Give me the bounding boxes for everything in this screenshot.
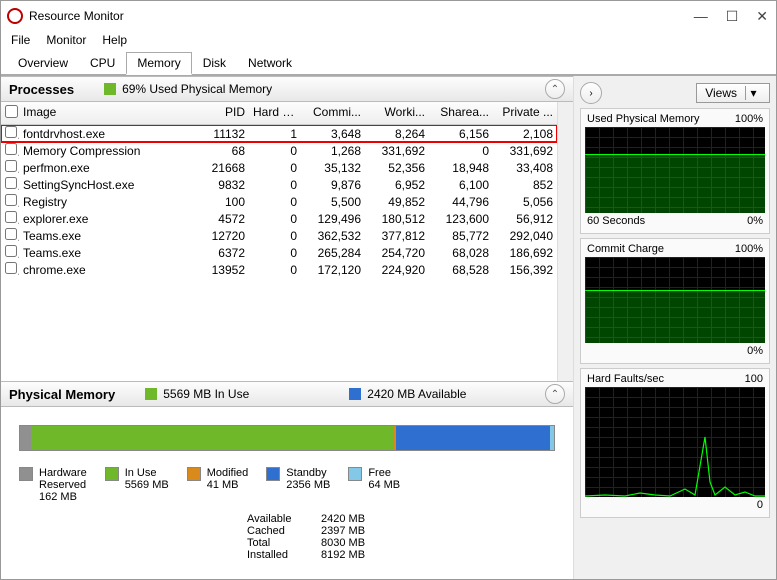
row-checkbox[interactable] xyxy=(5,143,17,155)
col-pid[interactable]: PID xyxy=(191,102,249,124)
row-checkbox[interactable] xyxy=(5,245,17,257)
col-commit[interactable]: Commi... xyxy=(301,102,365,124)
tab-disk[interactable]: Disk xyxy=(192,52,237,75)
table-header: Image PID Hard F... Commi... Worki... Sh… xyxy=(1,102,557,125)
cell-image: chrome.exe xyxy=(19,260,191,280)
table-row[interactable]: explorer.exe45720129,496180,512123,60056… xyxy=(1,210,557,227)
scrollbar[interactable] xyxy=(557,102,573,381)
table-row[interactable]: Teams.exe127200362,532377,81285,772292,0… xyxy=(1,227,557,244)
tab-overview[interactable]: Overview xyxy=(7,52,79,75)
table-row[interactable]: Registry10005,50049,85244,7965,056 xyxy=(1,193,557,210)
legend-item: HardwareReserved162 MB xyxy=(19,467,87,503)
graph-min-commit: 0% xyxy=(747,345,763,357)
window-title: Resource Monitor xyxy=(29,9,694,23)
graph-min-used-phys: 0% xyxy=(747,215,763,227)
menu-file[interactable]: File xyxy=(11,33,30,47)
graph-min-hard-faults: 0 xyxy=(757,499,763,511)
cell-share: 68,528 xyxy=(429,260,493,280)
row-checkbox[interactable] xyxy=(5,177,17,189)
row-checkbox[interactable] xyxy=(5,211,17,223)
mem-bar-segment xyxy=(550,426,554,450)
tab-bar: Overview CPU Memory Disk Network xyxy=(1,51,776,76)
mem-bar-segment xyxy=(396,426,549,450)
processes-title: Processes xyxy=(9,82,74,97)
memory-bar xyxy=(19,425,555,451)
table-body[interactable]: fontdrvhost.exe1113213,6488,2646,1562,10… xyxy=(1,125,557,381)
menu-monitor[interactable]: Monitor xyxy=(46,33,86,47)
mem-bar-segment xyxy=(31,426,394,450)
in-use-label: 5569 MB In Use xyxy=(163,387,249,401)
graph-used-physical-memory: Used Physical Memory 100% 60 Seconds 0% xyxy=(580,108,770,234)
table-row[interactable]: SettingSyncHost.exe983209,8766,9526,1008… xyxy=(1,176,557,193)
app-icon xyxy=(7,8,23,24)
table-row[interactable]: Teams.exe63720265,284254,72068,028186,69… xyxy=(1,244,557,261)
col-working[interactable]: Worki... xyxy=(365,102,429,124)
graph-title-commit: Commit Charge xyxy=(587,243,664,255)
memory-legend: HardwareReserved162 MB In Use5569 MB Modif… xyxy=(1,459,573,507)
cell-working: 224,920 xyxy=(365,260,429,280)
table-row[interactable]: chrome.exe139520172,120224,92068,528156,… xyxy=(1,261,557,278)
tab-memory[interactable]: Memory xyxy=(126,52,191,75)
collapse-physical-memory[interactable]: ⌃ xyxy=(545,384,565,404)
collapse-processes[interactable]: ⌃ xyxy=(545,79,565,99)
views-label: Views xyxy=(705,86,737,100)
available-label: 2420 MB Available xyxy=(367,387,466,401)
row-checkbox[interactable] xyxy=(5,262,17,274)
right-panel: › Views ▾ Used Physical Memory 100% 60 S… xyxy=(573,76,776,579)
row-checkbox[interactable] xyxy=(5,160,17,172)
row-checkbox[interactable] xyxy=(5,228,17,240)
col-shareable[interactable]: Sharea... xyxy=(429,102,493,124)
maximize-button[interactable]: ☐ xyxy=(726,8,739,25)
col-hard-faults[interactable]: Hard F... xyxy=(249,102,301,124)
legend-item: Free64 MB xyxy=(348,467,400,503)
menu-help[interactable]: Help xyxy=(102,33,127,47)
table-row[interactable]: perfmon.exe21668035,13252,35618,94833,40… xyxy=(1,159,557,176)
stat-row: Cached2397 MB xyxy=(247,525,573,537)
cell-private: 156,392 xyxy=(493,260,557,280)
graph-max-hard-faults: 100 xyxy=(745,373,763,385)
graph-nav-button[interactable]: › xyxy=(580,82,602,104)
memory-stats: Available2420 MBCached2397 MBTotal8030 M… xyxy=(1,507,573,579)
menubar: File Monitor Help xyxy=(1,31,776,51)
stat-row: Installed8192 MB xyxy=(247,549,573,561)
mem-bar-segment xyxy=(20,426,31,450)
cell-hard: 0 xyxy=(249,260,301,280)
stat-row: Available2420 MB xyxy=(247,513,573,525)
close-button[interactable]: ✕ xyxy=(756,8,768,25)
graph-title-used-phys: Used Physical Memory xyxy=(587,113,699,125)
legend-item: Standby2356 MB xyxy=(266,467,330,503)
in-use-indicator xyxy=(145,388,157,400)
physical-memory-header[interactable]: Physical Memory 5569 MB In Use 2420 MB A… xyxy=(1,381,573,407)
phys-mem-indicator xyxy=(104,83,116,95)
graph-max-used-phys: 100% xyxy=(735,113,763,125)
graph-title-hard-faults: Hard Faults/sec xyxy=(587,373,664,385)
col-image[interactable]: Image xyxy=(19,102,191,124)
phys-mem-pct: 69% Used Physical Memory xyxy=(122,82,272,96)
views-dropdown[interactable]: Views ▾ xyxy=(696,83,770,103)
table-row[interactable]: fontdrvhost.exe1113213,6488,2646,1562,10… xyxy=(1,125,557,142)
graph-xaxis-used-phys: 60 Seconds xyxy=(587,215,645,227)
legend-item: In Use5569 MB xyxy=(105,467,169,503)
graph-max-commit: 100% xyxy=(735,243,763,255)
minimize-button[interactable]: — xyxy=(694,8,708,25)
select-all-checkbox[interactable] xyxy=(5,105,18,118)
table-row[interactable]: Memory Compression6801,268331,6920331,69… xyxy=(1,142,557,159)
tab-cpu[interactable]: CPU xyxy=(79,52,126,75)
graph-hard-faults: Hard Faults/sec 100 0 xyxy=(580,368,770,518)
graph-commit-charge: Commit Charge 100% 0% xyxy=(580,238,770,364)
tab-network[interactable]: Network xyxy=(237,52,303,75)
cell-commit: 172,120 xyxy=(301,260,365,280)
processes-table: Image PID Hard F... Commi... Worki... Sh… xyxy=(1,102,573,381)
row-checkbox[interactable] xyxy=(5,126,17,138)
physical-memory-title: Physical Memory xyxy=(9,387,115,402)
processes-header[interactable]: Processes 69% Used Physical Memory ⌃ xyxy=(1,76,573,102)
available-indicator xyxy=(349,388,361,400)
chevron-down-icon: ▾ xyxy=(745,86,761,100)
row-checkbox[interactable] xyxy=(5,194,17,206)
legend-item: Modified41 MB xyxy=(187,467,249,503)
col-private[interactable]: Private ... xyxy=(493,102,557,124)
cell-pid: 13952 xyxy=(191,260,249,280)
titlebar: Resource Monitor — ☐ ✕ xyxy=(1,1,776,31)
stat-row: Total8030 MB xyxy=(247,537,573,549)
